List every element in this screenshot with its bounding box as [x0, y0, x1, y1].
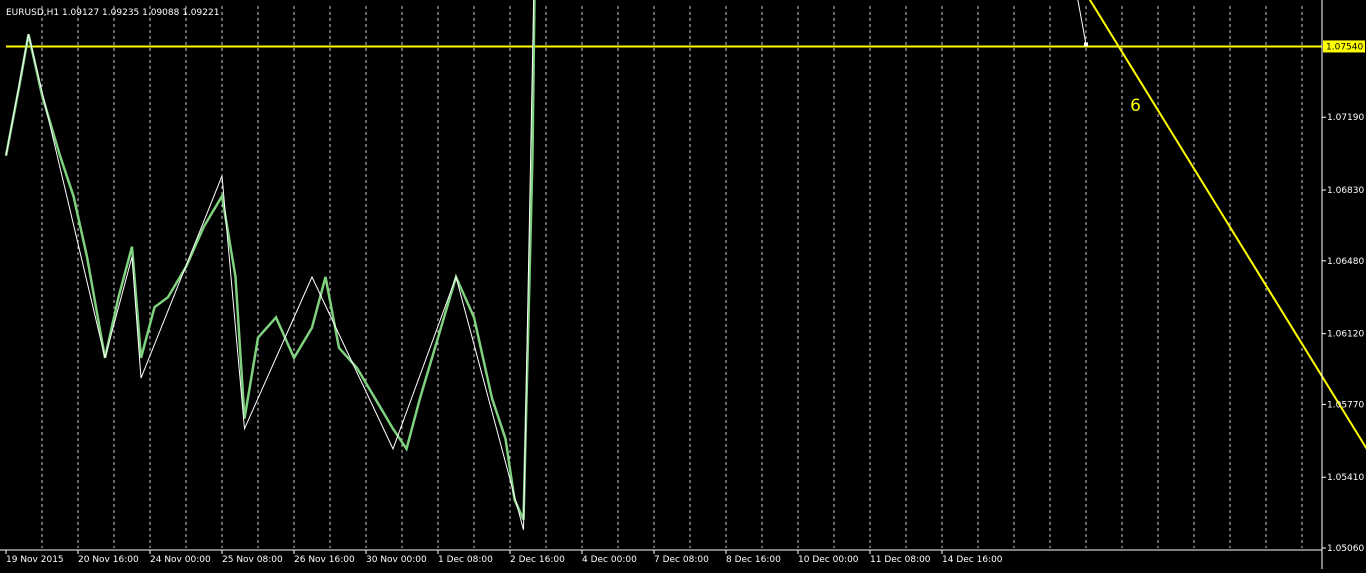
- y-tick-label: 1.05410: [1327, 473, 1364, 483]
- forecast-point: [1084, 42, 1088, 47]
- chart-svg: 123456 1.107401.103801.100301.096701.093…: [0, 0, 1366, 569]
- y-tick-label: 1.07190: [1327, 113, 1364, 123]
- y-tick-label: 1.06830: [1327, 186, 1364, 196]
- price-chart[interactable]: 123456 1.107401.103801.100301.096701.093…: [0, 0, 1366, 569]
- x-tick-label: 20 Nov 16:00: [78, 555, 139, 565]
- x-tick-label: 1 Dec 08:00: [438, 555, 493, 565]
- wave-label-6: 6: [1130, 96, 1141, 116]
- x-tick-label: 14 Dec 16:00: [942, 555, 1003, 565]
- x-tick-label: 30 Nov 00:00: [366, 555, 427, 565]
- y-tick-label: 1.06480: [1327, 257, 1364, 267]
- level-price-label: 1.07540: [1326, 42, 1363, 52]
- x-tick-label: 25 Nov 08:00: [222, 555, 283, 565]
- y-tick-label: 1.05770: [1327, 400, 1364, 410]
- symbol-header: EURUSD,H1 1.09127 1.09235 1.09088 1.0922…: [6, 8, 219, 18]
- x-tick-label: 10 Dec 00:00: [798, 555, 859, 565]
- y-tick-label: 1.06120: [1327, 330, 1364, 340]
- x-tick-label: 24 Nov 00:00: [150, 555, 211, 565]
- x-tick-label: 8 Dec 16:00: [726, 555, 781, 565]
- x-tick-label: 7 Dec 08:00: [654, 555, 709, 565]
- x-tick-label: 19 Nov 2015: [6, 555, 64, 565]
- x-tick-label: 2 Dec 16:00: [510, 555, 565, 565]
- x-tick-label: 11 Dec 08:00: [870, 555, 931, 565]
- x-tick-label: 4 Dec 00:00: [582, 555, 637, 565]
- x-tick-label: 26 Nov 16:00: [294, 555, 355, 565]
- chart-background: [0, 0, 1366, 569]
- y-tick-label: 1.05060: [1327, 544, 1364, 554]
